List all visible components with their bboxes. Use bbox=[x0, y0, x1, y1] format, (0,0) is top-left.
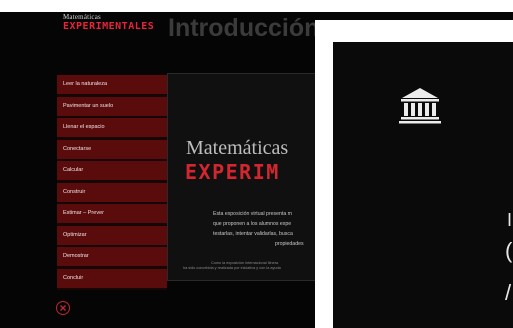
modal-panel bbox=[333, 42, 513, 328]
close-circle-icon bbox=[59, 304, 66, 311]
top-frame bbox=[0, 0, 513, 12]
menu-item-leer-naturaleza[interactable]: Leer la naturaleza bbox=[57, 75, 167, 94]
page-title: Introducción bbox=[168, 14, 320, 42]
overflow-glyph: I bbox=[507, 210, 513, 230]
card-title: Matemáticas bbox=[186, 137, 289, 159]
menu-item-pavimentar-suelo[interactable]: Pavimentar un suelo bbox=[57, 96, 167, 116]
menu-item-estimar-prever[interactable]: Estimar – Prever bbox=[57, 204, 167, 223]
overflow-glyph: ( bbox=[505, 238, 513, 263]
temple-icon bbox=[399, 88, 441, 124]
close-button[interactable] bbox=[56, 301, 70, 315]
menu-item-conectarse[interactable]: Conectarse bbox=[57, 139, 167, 159]
intro-card: Matemáticas EXPERIM Esta exposición virt… bbox=[167, 73, 327, 281]
menu-item-llenar-espacio[interactable]: Llenar el espacio bbox=[57, 118, 167, 137]
card-brand: EXPERIM bbox=[185, 160, 280, 184]
sidebar-menu: Leer la naturaleza Pavimentar un suelo L… bbox=[57, 75, 167, 290]
logo-top-text: Matemáticas bbox=[63, 13, 101, 21]
app-screen: Matemáticas EXPERIMENTALES Introducción … bbox=[0, 0, 513, 328]
overflow-glyph: / bbox=[505, 280, 512, 305]
menu-item-optimizar[interactable]: Optimizar bbox=[57, 225, 167, 245]
menu-item-construir[interactable]: Construir bbox=[57, 182, 167, 202]
note-line: ha sido concebida y realizada por inicia… bbox=[183, 266, 281, 270]
menu-item-calcular[interactable]: Calcular bbox=[57, 161, 167, 180]
menu-item-demostrar[interactable]: Demostrar bbox=[57, 247, 167, 266]
card-note: Como la exposición internacional itinera… bbox=[183, 261, 333, 271]
logo-bottom-text: EXPERIMENTALES bbox=[63, 21, 155, 32]
menu-item-concluir[interactable]: Concluir bbox=[57, 268, 167, 288]
app-logo[interactable]: Matemáticas EXPERIMENTALES bbox=[63, 13, 155, 35]
